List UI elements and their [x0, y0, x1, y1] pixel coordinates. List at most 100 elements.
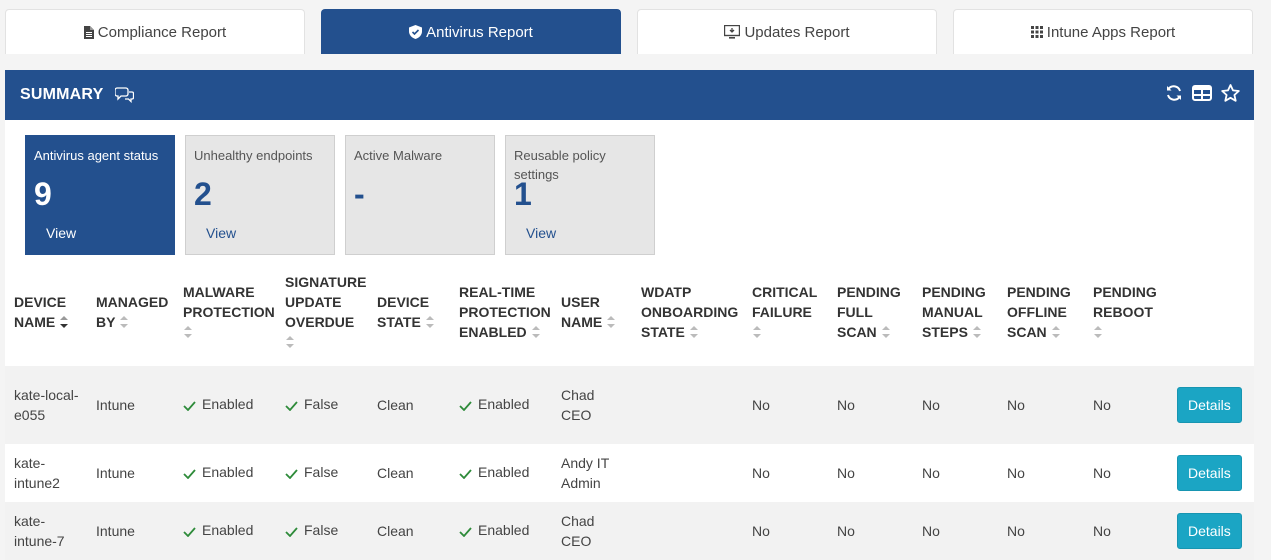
- sort-icon[interactable]: [183, 324, 193, 344]
- col-header-wdatp-onboarding-state[interactable]: WDATP ONBOARDING STATE: [632, 260, 743, 366]
- cell-action: Details: [1168, 444, 1254, 502]
- col-header-user-name[interactable]: USER NAME: [552, 260, 632, 366]
- cell-text: No: [922, 465, 940, 481]
- details-button[interactable]: Details: [1177, 455, 1242, 491]
- cell-critical: No: [743, 444, 828, 502]
- cell-state: Clean: [368, 366, 450, 444]
- cell-text: No: [1093, 523, 1111, 539]
- cell-realtime: Enabled: [450, 444, 552, 502]
- check-icon: [285, 522, 298, 542]
- sort-icon[interactable]: [752, 324, 762, 344]
- shield-check-icon: [409, 25, 423, 39]
- cell-state: Clean: [368, 502, 450, 560]
- col-header-managed-by[interactable]: MANAGED BY: [87, 260, 174, 366]
- table-header-row: DEVICE NAME MANAGED BY MALWARE PROTECTIO…: [5, 260, 1254, 366]
- cell-text: False: [304, 464, 339, 481]
- table-view-icon[interactable]: [1192, 84, 1212, 102]
- chat-icon[interactable]: [115, 87, 135, 103]
- card-label: Unhealthy endpoints: [194, 148, 313, 163]
- cell-critical: No: [743, 366, 828, 444]
- card-value: 9: [34, 176, 52, 212]
- check-icon: [183, 464, 196, 484]
- col-header-pending-manual-steps[interactable]: PENDING MANUAL STEPS: [913, 260, 998, 366]
- cell-text: No: [1007, 397, 1025, 413]
- tab-compliance-report[interactable]: Compliance Report: [5, 9, 305, 54]
- tab-label: Intune Apps Report: [1046, 23, 1176, 41]
- col-header-signature-update-overdue[interactable]: SIGNATURE UPDATE OVERDUE: [276, 260, 368, 366]
- card-value: 1: [514, 176, 532, 212]
- card-reusable-policy-settings[interactable]: Reusable policy settings 1 View: [505, 135, 655, 255]
- cell-text: Intune: [96, 465, 135, 481]
- sort-desc-icon[interactable]: [59, 314, 69, 334]
- cell-action: Details: [1168, 502, 1254, 560]
- cell-text: No: [1007, 523, 1025, 539]
- check-icon: [183, 396, 196, 416]
- cell-manual: No: [913, 444, 998, 502]
- cell-text: False: [304, 396, 339, 413]
- card-unhealthy-endpoints[interactable]: Unhealthy endpoints 2 View: [185, 135, 335, 255]
- report-tabs: Compliance Report Antivirus Report Updat…: [5, 9, 1254, 55]
- tab-antivirus-report[interactable]: Antivirus Report: [321, 9, 621, 54]
- cell-managed: Intune: [87, 502, 174, 560]
- document-icon: [83, 25, 94, 39]
- cell-text: Clean: [377, 465, 414, 481]
- summary-header: SUMMARY: [5, 70, 1254, 120]
- sort-icon[interactable]: [972, 324, 982, 344]
- sort-icon[interactable]: [425, 314, 435, 334]
- sort-icon[interactable]: [1093, 324, 1103, 344]
- tab-intune-apps-report[interactable]: Intune Apps Report: [953, 9, 1253, 54]
- monitor-update-icon: [724, 25, 741, 39]
- tab-updates-report[interactable]: Updates Report: [637, 9, 937, 54]
- cell-text: Enabled: [202, 522, 254, 539]
- cell-critical: No: [743, 502, 828, 560]
- card-view-link[interactable]: View: [46, 225, 76, 241]
- card-active-malware[interactable]: Active Malware -: [345, 135, 495, 255]
- cell-text: Chad CEO: [561, 513, 595, 549]
- col-header-critical-failure[interactable]: CRITICAL FAILURE: [743, 260, 828, 366]
- summary-cards: Antivirus agent status 9 View Unhealthy …: [5, 120, 1254, 260]
- sort-icon[interactable]: [119, 314, 129, 334]
- tab-label: Updates Report: [744, 23, 850, 41]
- star-icon[interactable]: [1221, 84, 1240, 102]
- col-header-malware-protection[interactable]: MALWARE PROTECTION: [174, 260, 276, 366]
- col-header-real-time-protection[interactable]: REAL-TIME PROTECTION ENABLED: [450, 260, 552, 366]
- details-button[interactable]: Details: [1177, 387, 1242, 423]
- cell-text: No: [922, 523, 940, 539]
- cell-realtime: Enabled: [450, 366, 552, 444]
- sort-icon[interactable]: [606, 314, 616, 334]
- card-view-link[interactable]: View: [526, 225, 556, 241]
- cell-text: Enabled: [478, 464, 530, 481]
- details-button[interactable]: Details: [1177, 513, 1242, 549]
- sort-icon[interactable]: [285, 334, 295, 354]
- cell-user: Andy IT Admin: [552, 444, 632, 502]
- cell-text: Clean: [377, 523, 414, 539]
- sort-icon[interactable]: [1051, 324, 1061, 344]
- card-view-link[interactable]: View: [206, 225, 236, 241]
- cell-text: Enabled: [202, 396, 254, 413]
- check-icon: [459, 396, 472, 416]
- cell-text: Chad CEO: [561, 387, 595, 423]
- card-label: Antivirus agent status: [34, 148, 159, 163]
- cell-signature: False: [276, 444, 368, 502]
- sort-icon[interactable]: [881, 324, 891, 344]
- cell-signature: False: [276, 502, 368, 560]
- cell-text: kate-intune-7: [14, 513, 65, 549]
- refresh-icon[interactable]: [1165, 84, 1183, 102]
- sort-icon[interactable]: [531, 324, 541, 344]
- cell-text: No: [1093, 397, 1111, 413]
- cell-managed: Intune: [87, 366, 174, 444]
- col-header-pending-offline-scan[interactable]: PENDING OFFLINE SCAN: [998, 260, 1084, 366]
- col-header-device-name[interactable]: DEVICE NAME: [5, 260, 87, 366]
- col-header-pending-full-scan[interactable]: PENDING FULL SCAN: [828, 260, 913, 366]
- summary-title: SUMMARY: [20, 86, 104, 103]
- sort-icon[interactable]: [689, 324, 699, 344]
- col-header-device-state[interactable]: DEVICE STATE: [368, 260, 450, 366]
- cell-user: Chad CEO: [552, 502, 632, 560]
- card-antivirus-agent-status[interactable]: Antivirus agent status 9 View: [25, 135, 175, 255]
- cell-manual: No: [913, 366, 998, 444]
- check-icon: [459, 522, 472, 542]
- tab-label: Antivirus Report: [426, 23, 533, 41]
- col-header-actions: [1168, 260, 1254, 366]
- cell-device: kate-intune-7: [5, 502, 87, 560]
- col-header-pending-reboot[interactable]: PENDING REBOOT: [1084, 260, 1168, 366]
